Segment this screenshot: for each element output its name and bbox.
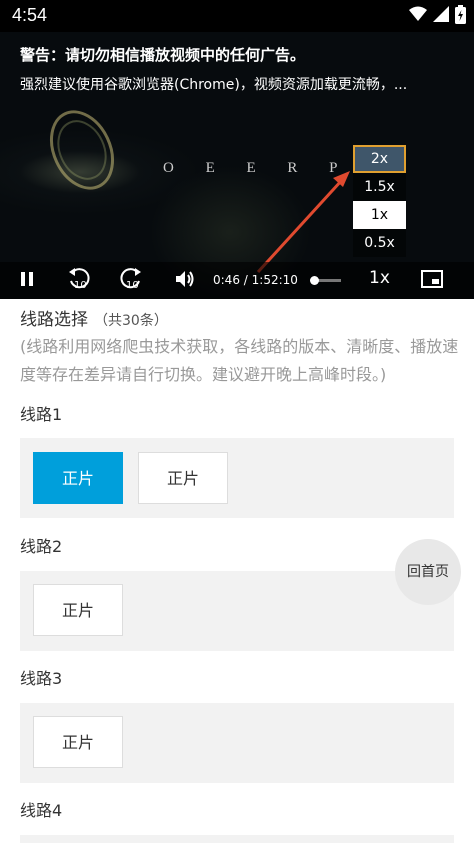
line-box-2: 正片 <box>20 571 454 651</box>
playback-time: 0:46 / 1:52:10 <box>213 273 298 287</box>
forward-10-button[interactable]: 10 <box>116 262 146 299</box>
line-box-4 <box>20 835 454 843</box>
video-title-overlay: O E E R P <box>163 160 352 176</box>
route-count: （共30条） <box>94 313 168 329</box>
speed-option-0-5x[interactable]: 0.5x <box>353 229 406 257</box>
route-section-title: 线路选择 （共30条） <box>20 305 168 330</box>
pause-icon <box>20 271 34 291</box>
picture-in-picture-button[interactable] <box>419 262 445 299</box>
duration: 1:52:10 <box>251 273 298 287</box>
battery-icon <box>455 4 466 28</box>
time-separator: / <box>243 273 248 287</box>
line-box-3: 正片 <box>20 703 454 783</box>
video-player[interactable]: 警告：请切勿相信播放视频中的任何广告。 强烈建议使用谷歌浏览器(Chrome)，… <box>0 32 474 299</box>
signal-icon <box>433 6 449 26</box>
volume-icon <box>174 269 196 293</box>
playback-rate-button[interactable]: 1x <box>369 268 390 288</box>
svg-text:10: 10 <box>74 280 87 291</box>
progress-bar[interactable] <box>310 276 341 285</box>
volume-button[interactable] <box>172 262 198 299</box>
status-bar: 4:54 <box>0 0 474 32</box>
route-title: 线路选择 <box>20 310 88 330</box>
wifi-icon <box>409 6 427 26</box>
episode-button-2-1[interactable]: 正片 <box>33 584 123 636</box>
player-controls: 10 10 0:46 / 1:52:10 1x <box>0 262 474 299</box>
status-time: 4:54 <box>12 5 48 25</box>
episode-button-1-2[interactable]: 正片 <box>138 452 228 504</box>
line-label-4: 线路4 <box>20 801 63 820</box>
warning-text: 强烈建议使用谷歌浏览器(Chrome)，视频资源加载更流畅，... <box>20 77 408 93</box>
speed-option-1-5x[interactable]: 1.5x <box>353 173 406 201</box>
forward-10-icon: 10 <box>118 266 144 296</box>
line-label-3: 线路3 <box>20 669 63 688</box>
back-to-home-button[interactable]: 回首页 <box>395 539 461 605</box>
warning-title: 警告：请切勿相信播放视频中的任何广告。 <box>20 46 306 64</box>
current-time: 0:46 <box>213 273 240 287</box>
line-box-1: 正片 正片 <box>20 438 454 518</box>
status-icons <box>409 4 466 28</box>
episode-button-1-1[interactable]: 正片 <box>33 452 123 504</box>
line-label-2: 线路2 <box>20 537 63 556</box>
pause-button[interactable] <box>14 262 40 299</box>
rewind-10-icon: 10 <box>66 266 92 296</box>
progress-knob[interactable] <box>310 276 319 285</box>
route-description: (线路利用网络爬虫技术获取，各线路的版本、清晰度、播放速度等存在差异请自行切换。… <box>20 337 459 384</box>
rewind-10-button[interactable]: 10 <box>64 262 94 299</box>
line-label-1: 线路1 <box>20 405 63 424</box>
episode-button-3-1[interactable]: 正片 <box>33 716 123 768</box>
svg-text:10: 10 <box>126 280 139 291</box>
speed-menu: 2x 1.5x 1x 0.5x <box>353 145 406 257</box>
picture-in-picture-icon <box>421 269 443 292</box>
speed-option-1x[interactable]: 1x <box>353 201 406 229</box>
speed-option-2x[interactable]: 2x <box>353 145 406 173</box>
